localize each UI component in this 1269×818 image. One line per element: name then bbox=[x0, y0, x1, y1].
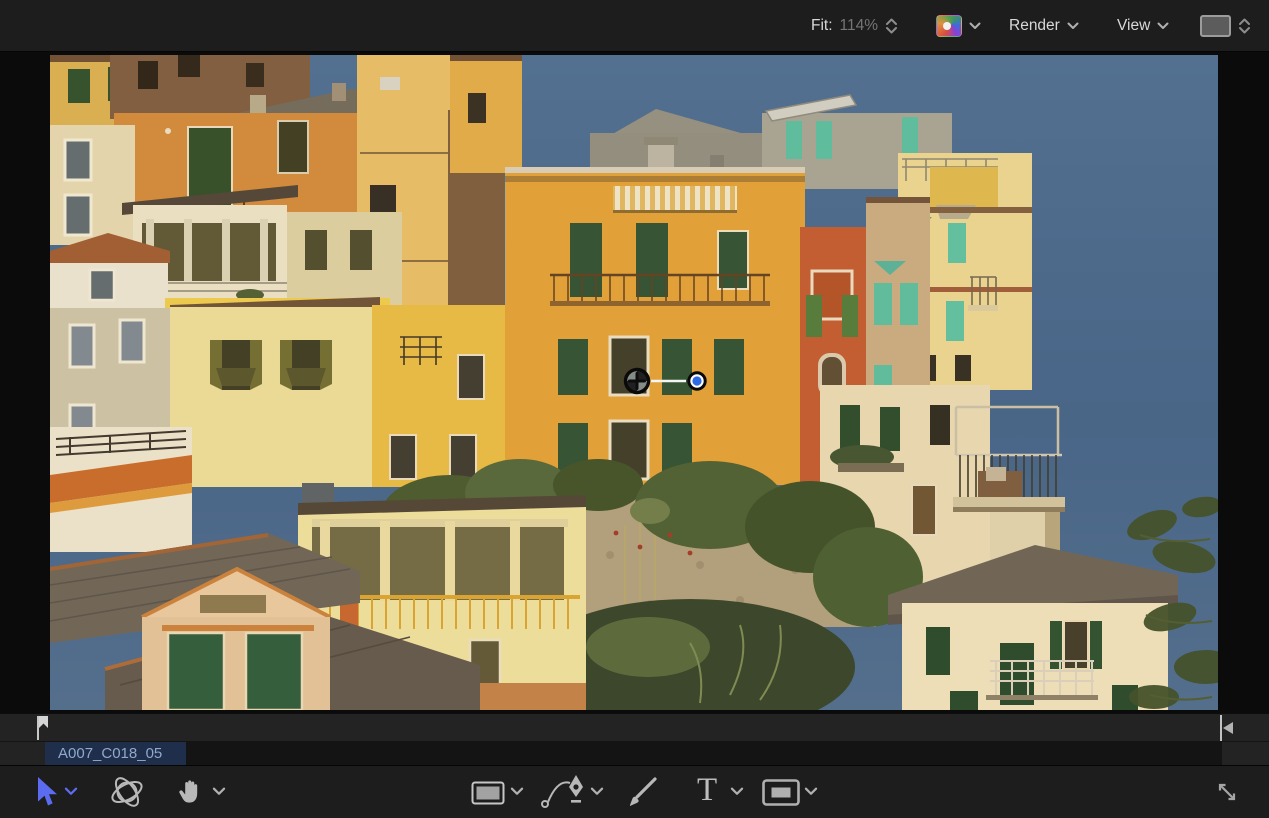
chevron-down-icon bbox=[1157, 22, 1169, 30]
color-channels-icon[interactable] bbox=[936, 15, 962, 37]
orbit-tool-button[interactable] bbox=[108, 774, 146, 810]
bezier-tool-button[interactable] bbox=[540, 773, 586, 811]
position-handle[interactable] bbox=[689, 373, 705, 389]
mini-timeline-ruler[interactable] bbox=[0, 713, 1269, 742]
zoom-value: 114% bbox=[840, 17, 879, 35]
render-label: Render bbox=[1009, 17, 1060, 35]
chevron-down-icon bbox=[969, 22, 981, 30]
chevron-down-icon bbox=[1067, 22, 1079, 30]
motion-canvas-window: Fit: 114% Render View bbox=[0, 0, 1269, 817]
clip-label[interactable]: A007_C018_05 bbox=[45, 742, 186, 766]
timeline-end-icon[interactable] bbox=[1214, 715, 1236, 741]
text-tool-chevron[interactable] bbox=[730, 787, 744, 796]
fit-label: Fit: bbox=[811, 17, 833, 35]
image-mask-tool-chevron[interactable] bbox=[804, 787, 818, 796]
bezier-tool-chevron[interactable] bbox=[590, 787, 604, 796]
up-down-chevrons-icon bbox=[1238, 17, 1251, 35]
display-icon[interactable] bbox=[1200, 15, 1231, 37]
resize-canvas-button[interactable] bbox=[1212, 777, 1242, 807]
image-mask-tool-button[interactable] bbox=[762, 779, 800, 806]
transform-overlay bbox=[50, 55, 1218, 710]
up-down-chevrons-icon[interactable] bbox=[885, 17, 898, 35]
rectangle-tool-button[interactable] bbox=[471, 781, 505, 805]
text-tool-button[interactable]: T bbox=[697, 774, 717, 807]
pan-tool-chevron[interactable] bbox=[212, 787, 226, 796]
select-tool-chevron[interactable] bbox=[64, 787, 78, 796]
display-selector[interactable] bbox=[1200, 0, 1251, 51]
pan-tool-button[interactable] bbox=[176, 776, 206, 806]
view-label: View bbox=[1117, 17, 1150, 35]
view-dropdown[interactable]: View bbox=[1117, 0, 1169, 51]
mini-timeline: A007_C018_05 bbox=[0, 741, 1269, 766]
timeline-clip[interactable]: A007_C018_05 bbox=[45, 742, 1222, 766]
render-dropdown[interactable]: Render bbox=[1009, 0, 1079, 51]
color-channels-dropdown[interactable] bbox=[936, 0, 981, 51]
canvas-toolbar: Fit: 114% Render View bbox=[0, 0, 1269, 52]
marker-flag-icon[interactable] bbox=[34, 715, 52, 741]
paint-stroke-tool-button[interactable] bbox=[627, 775, 661, 808]
zoom-level-dropdown[interactable]: Fit: 114% bbox=[811, 0, 898, 51]
canvas-area bbox=[0, 52, 1269, 713]
anchor-point-handle[interactable] bbox=[626, 370, 649, 393]
select-tool-button[interactable] bbox=[34, 776, 58, 807]
tool-bar: T bbox=[0, 765, 1269, 818]
viewer-frame bbox=[50, 55, 1218, 710]
rectangle-tool-chevron[interactable] bbox=[510, 787, 524, 796]
